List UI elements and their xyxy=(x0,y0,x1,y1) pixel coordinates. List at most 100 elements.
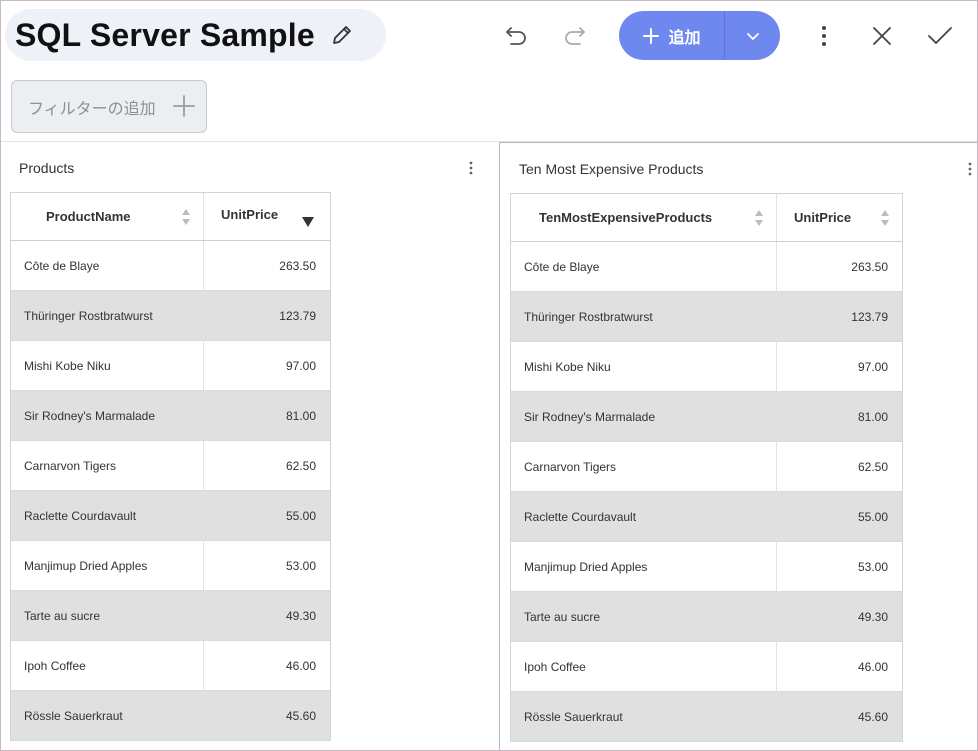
product-name-cell: Côte de Blaye xyxy=(11,241,204,290)
table-row[interactable]: Rössle Sauerkraut 45.60 xyxy=(11,691,330,741)
table-row[interactable]: Côte de Blaye 263.50 xyxy=(11,241,330,291)
table-row[interactable]: Carnarvon Tigers 62.50 xyxy=(11,441,330,491)
unit-price-cell: 263.50 xyxy=(279,258,316,273)
confirm-button[interactable] xyxy=(922,18,958,54)
table-row[interactable]: Mishi Kobe Niku 97.00 xyxy=(11,341,330,391)
column-header-tenmostexpensiveproducts[interactable]: TenMostExpensiveProducts xyxy=(511,194,777,241)
unit-price-cell: 55.00 xyxy=(285,508,316,523)
product-name-cell: Carnarvon Tigers xyxy=(511,442,777,491)
product-name-cell: Mishi Kobe Niku xyxy=(11,341,204,390)
column-header-unitprice[interactable]: UnitPrice xyxy=(204,193,330,240)
table-row[interactable]: Raclette Courdavault 55.00 xyxy=(11,491,330,541)
product-name-cell: Manjimup Dried Apples xyxy=(11,541,204,590)
unit-price-cell: 53.00 xyxy=(857,559,888,574)
app-window: SQL Server Sample 追加 フィルターの追加 Products P… xyxy=(0,0,978,751)
unit-price-cell: 123.79 xyxy=(279,308,316,323)
panel-more-button[interactable] xyxy=(464,157,478,179)
table-row[interactable]: Raclette Courdavault 55.00 xyxy=(511,492,902,542)
grid-body: Côte de Blaye 263.50 Thüringer Rostbratwur… xyxy=(11,241,330,741)
table-row[interactable]: Sir Rodney's Marmalade 81.00 xyxy=(11,391,330,441)
add-button-group: 追加 xyxy=(619,11,780,60)
product-name-cell: Sir Rodney's Marmalade xyxy=(511,392,777,441)
product-name-cell: Tarte au sucre xyxy=(511,592,777,641)
column-header-label: UnitPrice xyxy=(794,210,852,225)
table-row[interactable]: Thüringer Rostbratwurst 123.79 xyxy=(11,291,330,341)
table-row[interactable]: Mishi Kobe Niku 97.00 xyxy=(511,342,902,392)
table-row[interactable]: Manjimup Dried Apples 53.00 xyxy=(11,541,330,591)
more-vertical-icon xyxy=(968,162,972,176)
table-row[interactable]: Ipoh Coffee 46.00 xyxy=(11,641,330,691)
grid-body: Côte de Blaye 263.50 Thüringer Rostbratwur… xyxy=(511,242,902,742)
table-row[interactable]: Tarte au sucre 49.30 xyxy=(511,592,902,642)
product-name-cell: Carnarvon Tigers xyxy=(11,441,204,490)
more-options-button[interactable] xyxy=(806,18,842,54)
plus-icon xyxy=(643,27,660,44)
product-name-cell: Manjimup Dried Apples xyxy=(511,542,777,591)
plus-icon xyxy=(173,95,195,117)
unit-price-cell: 81.00 xyxy=(857,409,888,424)
sort-desc-icon[interactable] xyxy=(302,217,314,227)
chevron-down-icon xyxy=(746,32,759,40)
panel-title: Products xyxy=(19,160,75,176)
close-icon xyxy=(873,27,891,45)
column-header-label: TenMostExpensiveProducts xyxy=(539,210,713,225)
unit-price-cell: 46.00 xyxy=(857,659,888,674)
unit-price-cell: 46.00 xyxy=(285,658,316,673)
table-row[interactable]: Thüringer Rostbratwurst 123.79 xyxy=(511,292,902,342)
panel-title: Ten Most Expensive Products xyxy=(519,161,704,177)
product-name-cell: Tarte au sucre xyxy=(11,591,204,640)
undo-icon xyxy=(506,27,526,45)
close-button[interactable] xyxy=(864,18,900,54)
table-row[interactable]: Carnarvon Tigers 62.50 xyxy=(511,442,902,492)
dashboard-title-field[interactable]: SQL Server Sample xyxy=(5,9,386,61)
sort-icon[interactable] xyxy=(754,209,764,227)
unit-price-cell: 123.79 xyxy=(851,309,888,324)
grid-header-row: ProductName UnitPrice xyxy=(11,193,330,241)
table-row[interactable]: Tarte au sucre 49.30 xyxy=(11,591,330,641)
product-name-cell: Thüringer Rostbratwurst xyxy=(11,291,204,340)
pencil-icon[interactable] xyxy=(329,22,355,48)
column-header-unitprice[interactable]: UnitPrice xyxy=(777,194,902,241)
unit-price-cell: 53.00 xyxy=(285,558,316,573)
sort-icon[interactable] xyxy=(880,209,890,227)
panel-more-button[interactable] xyxy=(963,158,977,180)
add-button[interactable]: 追加 xyxy=(619,11,724,60)
more-vertical-icon xyxy=(469,161,473,175)
product-name-cell: Ipoh Coffee xyxy=(11,641,204,690)
table-row[interactable]: Côte de Blaye 263.50 xyxy=(511,242,902,292)
unit-price-cell: 49.30 xyxy=(857,609,888,624)
check-icon xyxy=(928,27,952,44)
redo-icon xyxy=(565,27,585,45)
ten-most-expensive-panel: Ten Most Expensive Products TenMostExpen… xyxy=(499,142,977,750)
product-name-cell: Rössle Sauerkraut xyxy=(511,692,777,741)
unit-price-cell: 55.00 xyxy=(857,509,888,524)
unit-price-cell: 45.60 xyxy=(285,708,316,723)
unit-price-cell: 97.00 xyxy=(285,358,316,373)
table-row[interactable]: Rössle Sauerkraut 45.60 xyxy=(511,692,902,742)
unit-price-cell: 81.00 xyxy=(285,408,316,423)
table-row[interactable]: Manjimup Dried Apples 53.00 xyxy=(511,542,902,592)
sort-icon[interactable] xyxy=(181,208,191,226)
product-name-cell: Côte de Blaye xyxy=(511,242,777,291)
products-panel: Products ProductName UnitPrice Côte de B… xyxy=(1,142,499,750)
add-button-label: 追加 xyxy=(668,29,701,47)
add-dropdown-button[interactable] xyxy=(725,11,780,60)
add-filter-label: フィルターの追加 xyxy=(28,100,156,118)
unit-price-cell: 62.50 xyxy=(285,458,316,473)
table-row[interactable]: Sir Rodney's Marmalade 81.00 xyxy=(511,392,902,442)
unit-price-cell: 62.50 xyxy=(857,459,888,474)
table-row[interactable]: Ipoh Coffee 46.00 xyxy=(511,642,902,692)
more-vertical-icon xyxy=(822,26,826,46)
product-name-cell: Raclette Courdavault xyxy=(11,491,204,540)
ten-most-expensive-grid: TenMostExpensiveProducts UnitPrice Côte … xyxy=(510,193,903,742)
column-header-label: ProductName xyxy=(46,209,131,224)
product-name-cell: Sir Rodney's Marmalade xyxy=(11,391,204,440)
column-header-productname[interactable]: ProductName xyxy=(11,193,204,240)
undo-button[interactable] xyxy=(498,18,534,54)
toolbar: SQL Server Sample 追加 xyxy=(1,1,977,71)
dashboard-title: SQL Server Sample xyxy=(15,16,315,53)
redo-button[interactable] xyxy=(557,18,593,54)
add-filter-button[interactable]: フィルターの追加 xyxy=(11,80,207,133)
unit-price-cell: 49.30 xyxy=(285,608,316,623)
column-header-label: UnitPrice xyxy=(221,207,279,222)
